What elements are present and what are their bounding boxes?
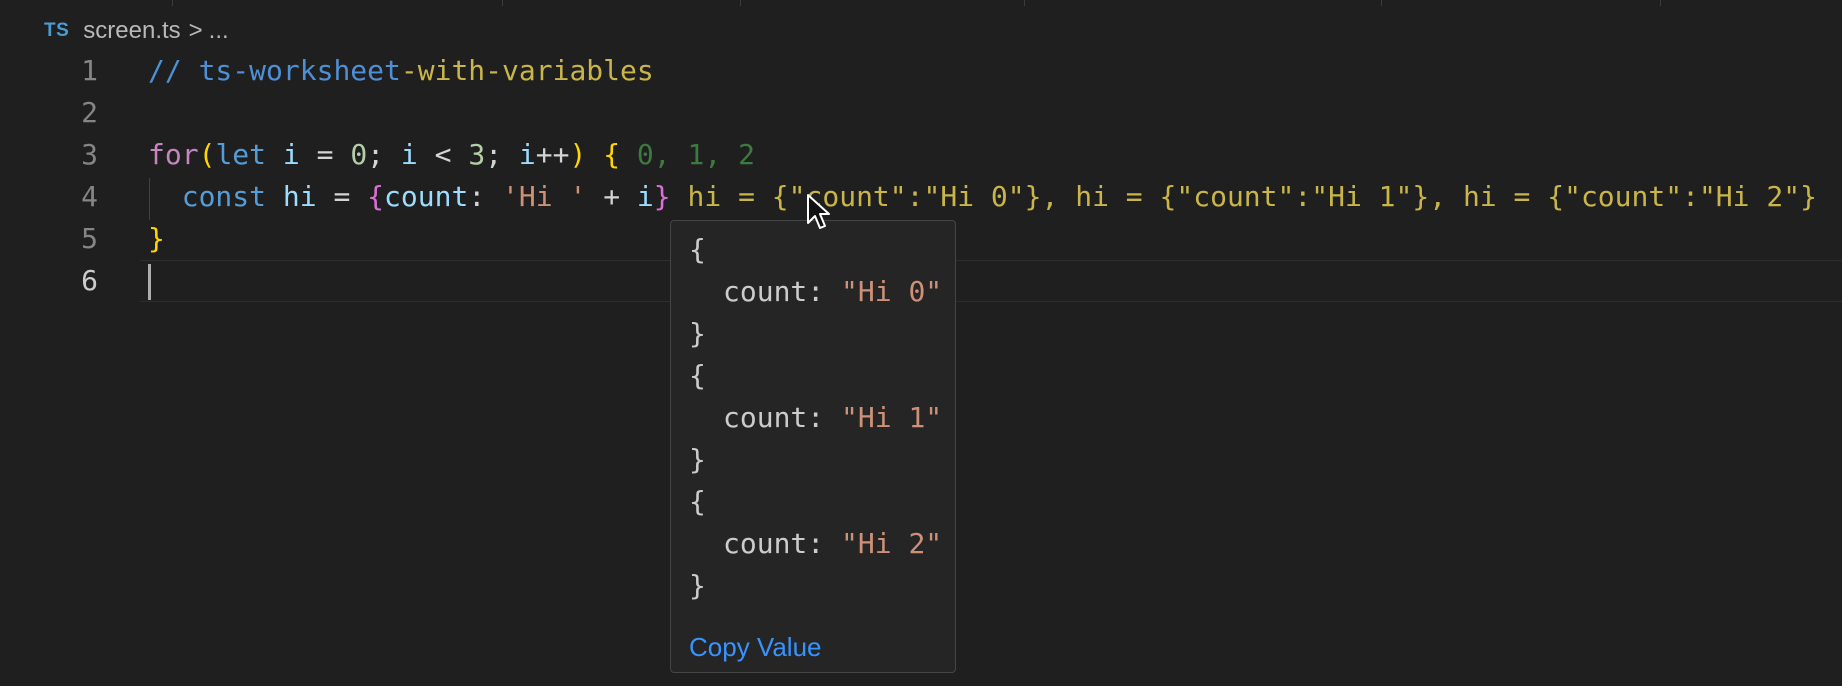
- identifier-i: i: [282, 138, 300, 171]
- semicolon: ;: [367, 138, 401, 171]
- hover-property-key: count:: [723, 401, 842, 434]
- hover-brace: }: [689, 443, 706, 476]
- identifier-i: i: [636, 180, 654, 213]
- code-line-5[interactable]: }: [148, 218, 165, 260]
- hover-property-value: "Hi 2": [841, 527, 943, 560]
- copy-value-button[interactable]: Copy Value: [689, 629, 822, 665]
- chevron-right-icon: >: [188, 17, 203, 44]
- hover-property-line: count: "Hi 2": [723, 523, 942, 565]
- tab-separator: [1660, 0, 1661, 6]
- tab-separator: [172, 0, 173, 6]
- hover-property-key: count:: [723, 275, 842, 308]
- code-line-3[interactable]: for(let i = 0; i < 3; i++) { 0, 1, 2: [148, 134, 755, 176]
- keyword-const: const: [181, 180, 267, 213]
- hover-property-key: count:: [723, 527, 842, 560]
- brace-open: {: [367, 180, 385, 213]
- current-line-highlight: [140, 260, 1842, 302]
- operator-increment: ++: [535, 138, 570, 171]
- tab-separator: [1381, 0, 1382, 6]
- code-line-4[interactable]: const hi = {count: 'Hi ' + i} hi = {"cou…: [148, 176, 1817, 218]
- operator-plus: +: [586, 180, 637, 213]
- inlay-variable-values[interactable]: hi = {"count":"Hi 0"}, hi = {"count":"Hi…: [688, 180, 1817, 213]
- keyword-for: for: [148, 138, 199, 171]
- operator-lt: <: [417, 138, 469, 171]
- operator-assign: =: [299, 138, 351, 171]
- hover-property-value: "Hi 0": [841, 275, 943, 308]
- comment-highlight: ts-worksheet: [198, 54, 401, 87]
- line-number: 1: [81, 54, 98, 87]
- hover-brace: {: [689, 485, 706, 518]
- hover-brace: {: [689, 233, 706, 266]
- brace-open: {: [603, 138, 621, 171]
- keyword-let: let: [215, 138, 267, 171]
- brace-close: }: [653, 180, 671, 213]
- hover-property-line: count: "Hi 1": [723, 397, 942, 439]
- operator-assign: =: [316, 180, 368, 213]
- hover-brace: {: [689, 359, 706, 392]
- hover-widget: { count: "Hi 0" } { count: "Hi 1" } { co…: [670, 220, 956, 673]
- line-number-active: 6: [81, 264, 98, 297]
- comment-prefix: //: [148, 54, 199, 87]
- paren-open: (: [198, 138, 216, 171]
- code-line-1[interactable]: // ts-worksheet-with-variables: [148, 50, 654, 92]
- tab-strip-edge: [0, 0, 1842, 6]
- text-cursor: [148, 264, 151, 300]
- mouse-pointer-icon: [807, 194, 830, 229]
- number-literal: 0: [350, 138, 368, 171]
- comment-rest: -with-variables: [400, 54, 654, 87]
- tab-separator: [502, 0, 503, 6]
- identifier-hi: hi: [282, 180, 317, 213]
- line-number: 3: [81, 138, 98, 171]
- breadcrumb-symbols[interactable]: ...: [209, 17, 229, 45]
- breadcrumb: TS screen.ts > ...: [44, 14, 229, 48]
- typescript-file-icon: TS: [44, 20, 70, 41]
- paren-close: ): [569, 138, 587, 171]
- line-number: 5: [81, 222, 98, 255]
- identifier-i: i: [518, 138, 536, 171]
- string-literal: 'Hi ': [502, 180, 587, 213]
- hover-property-line: count: "Hi 0": [723, 271, 942, 313]
- tab-separator: [740, 0, 741, 6]
- identifier-i: i: [400, 138, 418, 171]
- breadcrumb-file[interactable]: screen.ts: [83, 17, 180, 45]
- inlay-loop-values: 0, 1, 2: [636, 138, 755, 171]
- property-count: count: [384, 180, 469, 213]
- line-number: 4: [81, 180, 98, 213]
- hover-brace: }: [689, 569, 706, 602]
- colon: :: [468, 180, 503, 213]
- tab-separator: [1024, 0, 1025, 6]
- line-number: 2: [81, 96, 98, 129]
- number-literal: 3: [468, 138, 486, 171]
- hover-property-value: "Hi 1": [841, 401, 943, 434]
- brace-close: }: [148, 222, 165, 255]
- hover-brace: }: [689, 317, 706, 350]
- semicolon: ;: [485, 138, 519, 171]
